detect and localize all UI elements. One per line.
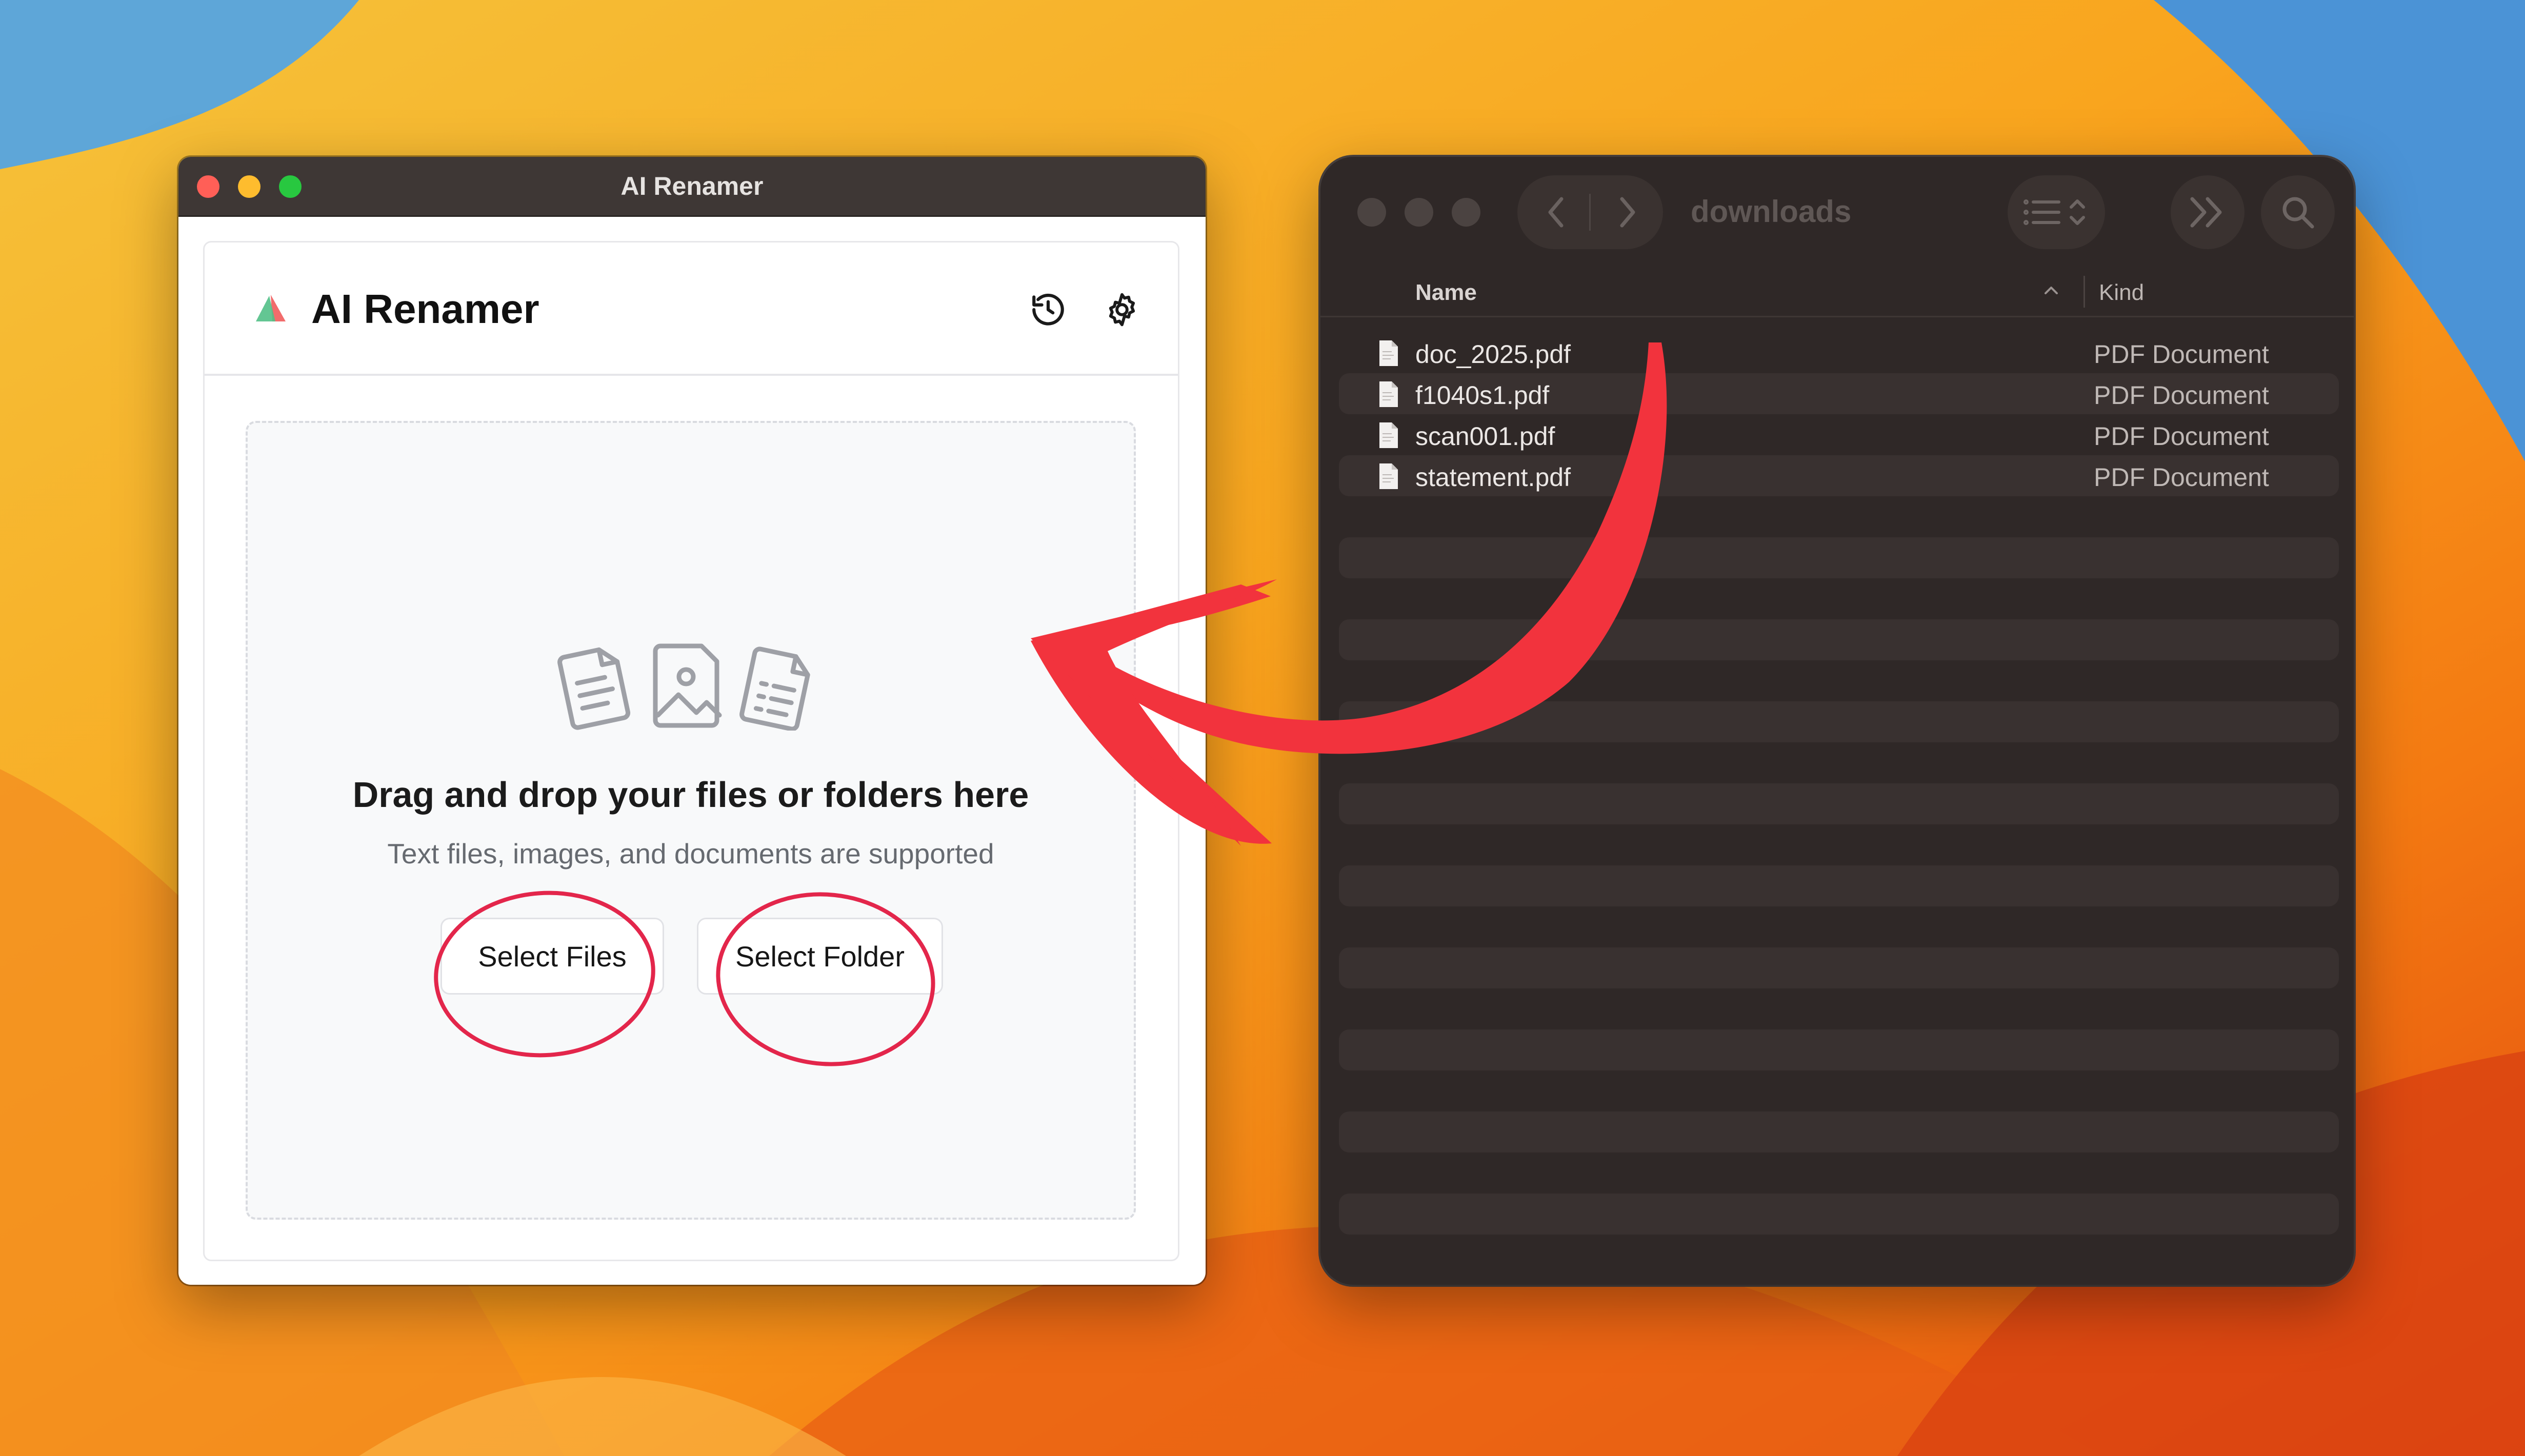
name-column-header[interactable]: Name xyxy=(1415,280,1477,306)
file-name: f1040s1.pdf xyxy=(1415,381,1550,410)
empty-row-stripe xyxy=(1339,1111,2339,1152)
search-icon xyxy=(2282,197,2314,229)
empty-row-stripe xyxy=(1339,947,2339,988)
title-bar: AI Renamer xyxy=(178,157,1206,217)
search-button[interactable] xyxy=(2261,175,2335,249)
select-files-button[interactable]: Select Files xyxy=(440,918,664,995)
pdf-file-icon xyxy=(1379,422,1398,448)
sort-ascending-icon[interactable] xyxy=(2042,283,2060,298)
drop-zone[interactable]: Drag and drop your files or folders here… xyxy=(246,421,1136,1220)
select-folder-button[interactable]: Select Folder xyxy=(697,918,943,995)
minimize-window-button[interactable] xyxy=(1405,198,1433,227)
file-kind: PDF Document xyxy=(2094,422,2269,451)
forward-icon[interactable] xyxy=(1615,194,1640,231)
file-name: doc_2025.pdf xyxy=(1415,340,1571,369)
column-divider[interactable] xyxy=(2083,276,2085,308)
pdf-file-icon xyxy=(1379,381,1398,407)
settings-icon[interactable] xyxy=(1103,291,1141,329)
back-icon[interactable] xyxy=(1543,194,1569,231)
more-toolbar-icon xyxy=(2190,197,2222,228)
ai-renamer-window: AI Renamer AI Renamer Drag and drop your… xyxy=(178,157,1206,1285)
empty-row-stripe xyxy=(1339,1029,2339,1070)
file-row[interactable]: f1040s1.pdf PDF Document xyxy=(1339,373,2339,414)
document-list-icon xyxy=(739,646,810,731)
file-row[interactable]: scan001.pdf PDF Document xyxy=(1339,414,2339,455)
zoom-window-button[interactable] xyxy=(1452,198,1480,227)
file-name: scan001.pdf xyxy=(1415,422,1555,451)
pdf-file-icon xyxy=(1379,463,1398,489)
document-text-icon xyxy=(557,647,631,730)
empty-row-stripe xyxy=(1339,783,2339,824)
window-title: AI Renamer xyxy=(620,172,764,200)
file-kind: PDF Document xyxy=(2094,463,2269,492)
view-options-button[interactable] xyxy=(2008,175,2105,249)
history-icon[interactable] xyxy=(1029,291,1067,329)
toolbar-overflow-button[interactable] xyxy=(2171,175,2245,249)
column-header: Name Kind xyxy=(1320,265,2354,317)
location-title: downloads xyxy=(1691,194,1852,229)
app-header: AI Renamer xyxy=(205,242,1178,376)
finder-window: downloads Name Kind doc_2025.pdf PDF Doc… xyxy=(1320,157,2354,1285)
empty-row-stripe xyxy=(1339,865,2339,906)
file-kind: PDF Document xyxy=(2094,381,2269,410)
close-window-button[interactable] xyxy=(1357,198,1386,227)
kind-column-header[interactable]: Kind xyxy=(2099,280,2144,306)
pdf-file-icon xyxy=(1379,340,1398,366)
empty-row-stripe xyxy=(1339,1194,2339,1235)
logo-icon xyxy=(256,295,286,321)
file-row[interactable]: statement.pdf PDF Document xyxy=(1339,455,2339,496)
file-row[interactable]: doc_2025.pdf PDF Document xyxy=(1339,332,2339,373)
file-kind: PDF Document xyxy=(2094,340,2269,369)
dropzone-title: Drag and drop your files or folders here xyxy=(352,775,1029,815)
list-view-icon xyxy=(2023,199,2085,225)
image-file-icon xyxy=(653,643,722,728)
empty-row-stripe xyxy=(1339,619,2339,660)
app-card: AI Renamer Drag and drop your files or f… xyxy=(203,241,1179,1261)
file-type-icons xyxy=(557,643,810,731)
navigation-buttons xyxy=(1517,175,1663,249)
empty-row-stripe xyxy=(1339,701,2339,742)
file-name: statement.pdf xyxy=(1415,463,1571,492)
dropzone-subtitle: Text files, images, and documents are su… xyxy=(387,838,994,869)
app-title: AI Renamer xyxy=(311,286,539,332)
empty-row-stripe xyxy=(1339,537,2339,578)
